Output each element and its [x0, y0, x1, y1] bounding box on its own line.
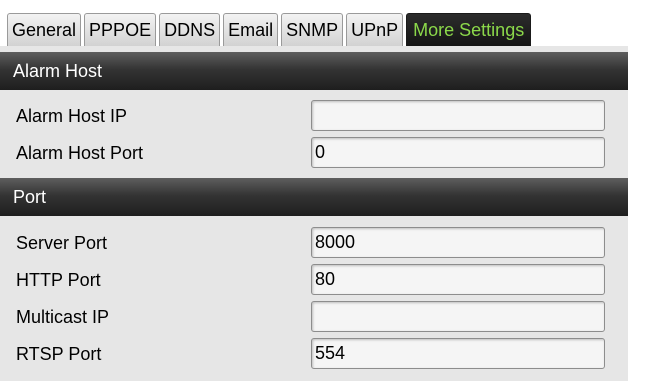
tab-list: General PPPOE DDNS Email SNMP UPnP More … — [7, 13, 534, 46]
tab-email[interactable]: Email — [223, 13, 279, 46]
multicast-ip-row: Multicast IP — [0, 298, 628, 336]
alarm-host-port-label: Alarm Host Port — [16, 142, 144, 163]
port-section-header: Port — [0, 178, 628, 216]
alarm-host-port-input[interactable] — [311, 137, 605, 168]
tab-snmp[interactable]: SNMP — [281, 13, 344, 46]
more-settings-panel: General PPPOE DDNS Email SNMP UPnP More … — [0, 0, 628, 381]
rtsp-port-input[interactable] — [311, 338, 605, 369]
alarm-host-ip-label: Alarm Host IP — [16, 105, 128, 126]
alarm-host-section-title: Alarm Host — [13, 60, 103, 81]
multicast-ip-label: Multicast IP — [16, 306, 110, 327]
server-port-label: Server Port — [16, 232, 108, 253]
tab-more-settings[interactable]: More Settings — [406, 13, 532, 46]
multicast-ip-input[interactable] — [311, 301, 605, 332]
server-port-input[interactable] — [311, 227, 605, 258]
http-port-input[interactable] — [311, 264, 605, 295]
http-port-label: HTTP Port — [16, 269, 101, 290]
tab-pppoe[interactable]: PPPOE — [84, 13, 157, 46]
rtsp-port-row: RTSP Port — [0, 335, 628, 373]
tab-general[interactable]: General — [7, 13, 82, 46]
http-port-row: HTTP Port — [0, 261, 628, 299]
rtsp-port-label: RTSP Port — [16, 343, 102, 364]
tab-upnp[interactable]: UPnP — [346, 13, 404, 46]
alarm-host-ip-row: Alarm Host IP — [0, 97, 628, 135]
server-port-row: Server Port — [0, 224, 628, 262]
alarm-host-port-row: Alarm Host Port — [0, 134, 628, 172]
alarm-host-ip-input[interactable] — [311, 100, 605, 131]
port-section-title: Port — [13, 186, 47, 207]
tab-bar: General PPPOE DDNS Email SNMP UPnP More … — [0, 0, 628, 46]
alarm-host-section-header: Alarm Host — [0, 52, 628, 90]
tab-ddns[interactable]: DDNS — [159, 13, 221, 46]
